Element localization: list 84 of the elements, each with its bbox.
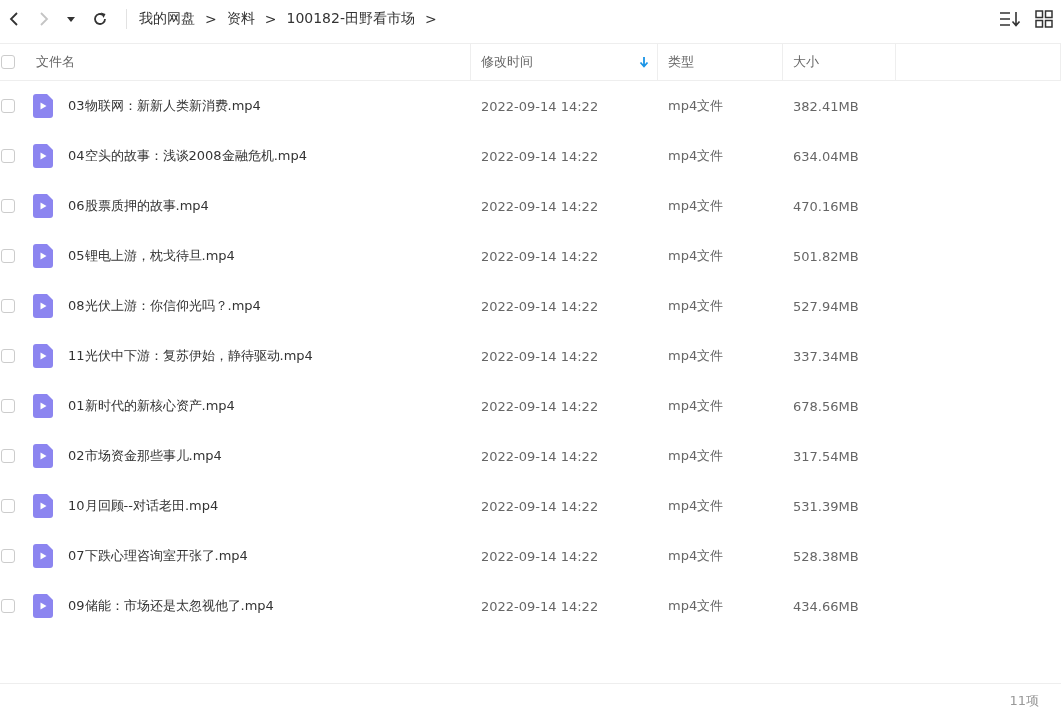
modified-time: 2022-09-14 14:22 [481,98,599,114]
file-type: mp4文件 [668,447,724,465]
column-header[interactable]: 大小 [793,53,819,71]
file-name[interactable]: 10月回顾--对话老田.mp4 [68,497,219,515]
modified-time: 2022-09-14 14:22 [481,448,599,464]
row-checkbox[interactable] [1,99,15,113]
refresh-icon [92,11,108,27]
file-type: mp4文件 [668,397,724,415]
modified-time: 2022-09-14 14:22 [481,148,599,164]
file-size: 434.66MB [793,598,859,614]
file-size: 337.34MB [793,348,859,364]
row-checkbox[interactable] [1,149,15,163]
file-name[interactable]: 03物联网：新新人类新消费.mp4 [68,97,261,115]
row-checkbox[interactable] [1,549,15,563]
video-file-icon [33,444,53,468]
file-name[interactable]: 04空头的故事：浅谈2008金融危机.mp4 [68,147,307,165]
video-file-icon [33,394,53,418]
column-header[interactable]: 文件名 [36,53,75,71]
file-type: mp4文件 [668,147,724,165]
file-type: mp4文件 [668,547,724,565]
video-file-icon [33,144,53,168]
sort-icon [999,10,1021,28]
breadcrumb-link[interactable]: 我的网盘 [139,10,195,28]
file-size: 470.16MB [793,198,859,214]
modified-time: 2022-09-14 14:22 [481,398,599,414]
modified-time: 2022-09-14 14:22 [481,598,599,614]
item-count: 11项 [1009,692,1039,710]
modified-time: 2022-09-14 14:22 [481,298,599,314]
file-name[interactable]: 07下跌心理咨询室开张了.mp4 [68,547,248,565]
file-type: mp4文件 [668,297,724,315]
caret-icon [66,15,76,23]
breadcrumb-link[interactable]: 资料 [226,10,255,28]
grid-icon [1035,10,1053,28]
file-name[interactable]: 01新时代的新核心资产.mp4 [68,397,235,415]
file-type: mp4文件 [668,597,724,615]
file-name[interactable]: 08光伏上游：你信仰光吗？.mp4 [68,297,261,315]
video-file-icon [33,594,53,618]
modified-time: 2022-09-14 14:22 [481,248,599,264]
file-name[interactable]: 11光伏中下游：复苏伊始，静待驱动.mp4 [68,347,313,365]
file-size: 634.04MB [793,148,859,164]
file-name[interactable]: 05锂电上游，枕戈待旦.mp4 [68,247,235,265]
breadcrumb-separator: > [424,11,437,27]
column-header[interactable]: 修改时间 [481,53,533,71]
row-checkbox[interactable] [1,249,15,263]
file-size: 678.56MB [793,398,859,414]
file-type: mp4文件 [668,247,724,265]
file-type: mp4文件 [668,97,724,115]
modified-time: 2022-09-14 14:22 [481,498,599,514]
chevron-left-icon [8,11,20,27]
video-file-icon [33,194,53,218]
video-file-icon [33,294,53,318]
video-file-icon [33,94,53,118]
file-size: 317.54MB [793,448,859,464]
row-checkbox[interactable] [1,349,15,363]
select-all-checkbox[interactable] [1,55,15,69]
file-type: mp4文件 [668,497,724,515]
file-size: 527.94MB [793,298,859,314]
file-name[interactable]: 09储能：市场还是太忽视他了.mp4 [68,597,274,615]
row-checkbox[interactable] [1,449,15,463]
row-checkbox[interactable] [1,399,15,413]
file-size: 531.39MB [793,498,859,514]
file-size: 528.38MB [793,548,859,564]
column-header[interactable]: 类型 [668,53,694,71]
video-file-icon [33,494,53,518]
file-type: mp4文件 [668,347,724,365]
file-name[interactable]: 02市场资金那些事儿.mp4 [68,447,222,465]
modified-time: 2022-09-14 14:22 [481,548,599,564]
chevron-right-icon [38,11,50,27]
modified-time: 2022-09-14 14:22 [481,198,599,214]
video-file-icon [33,344,53,368]
row-checkbox[interactable] [1,499,15,513]
modified-time: 2022-09-14 14:22 [481,348,599,364]
row-checkbox[interactable] [1,599,15,613]
breadcrumb-separator: > [264,11,277,27]
video-file-icon [33,544,53,568]
breadcrumb-separator: > [205,11,217,27]
video-file-icon [33,244,53,268]
row-checkbox[interactable] [1,199,15,213]
row-checkbox[interactable] [1,299,15,313]
breadcrumb-link[interactable]: 100182-田野看市场 [286,10,415,28]
file-name[interactable]: 06股票质押的故事.mp4 [68,197,209,215]
file-size: 382.41MB [793,98,859,114]
file-type: mp4文件 [668,197,724,215]
file-size: 501.82MB [793,248,859,264]
